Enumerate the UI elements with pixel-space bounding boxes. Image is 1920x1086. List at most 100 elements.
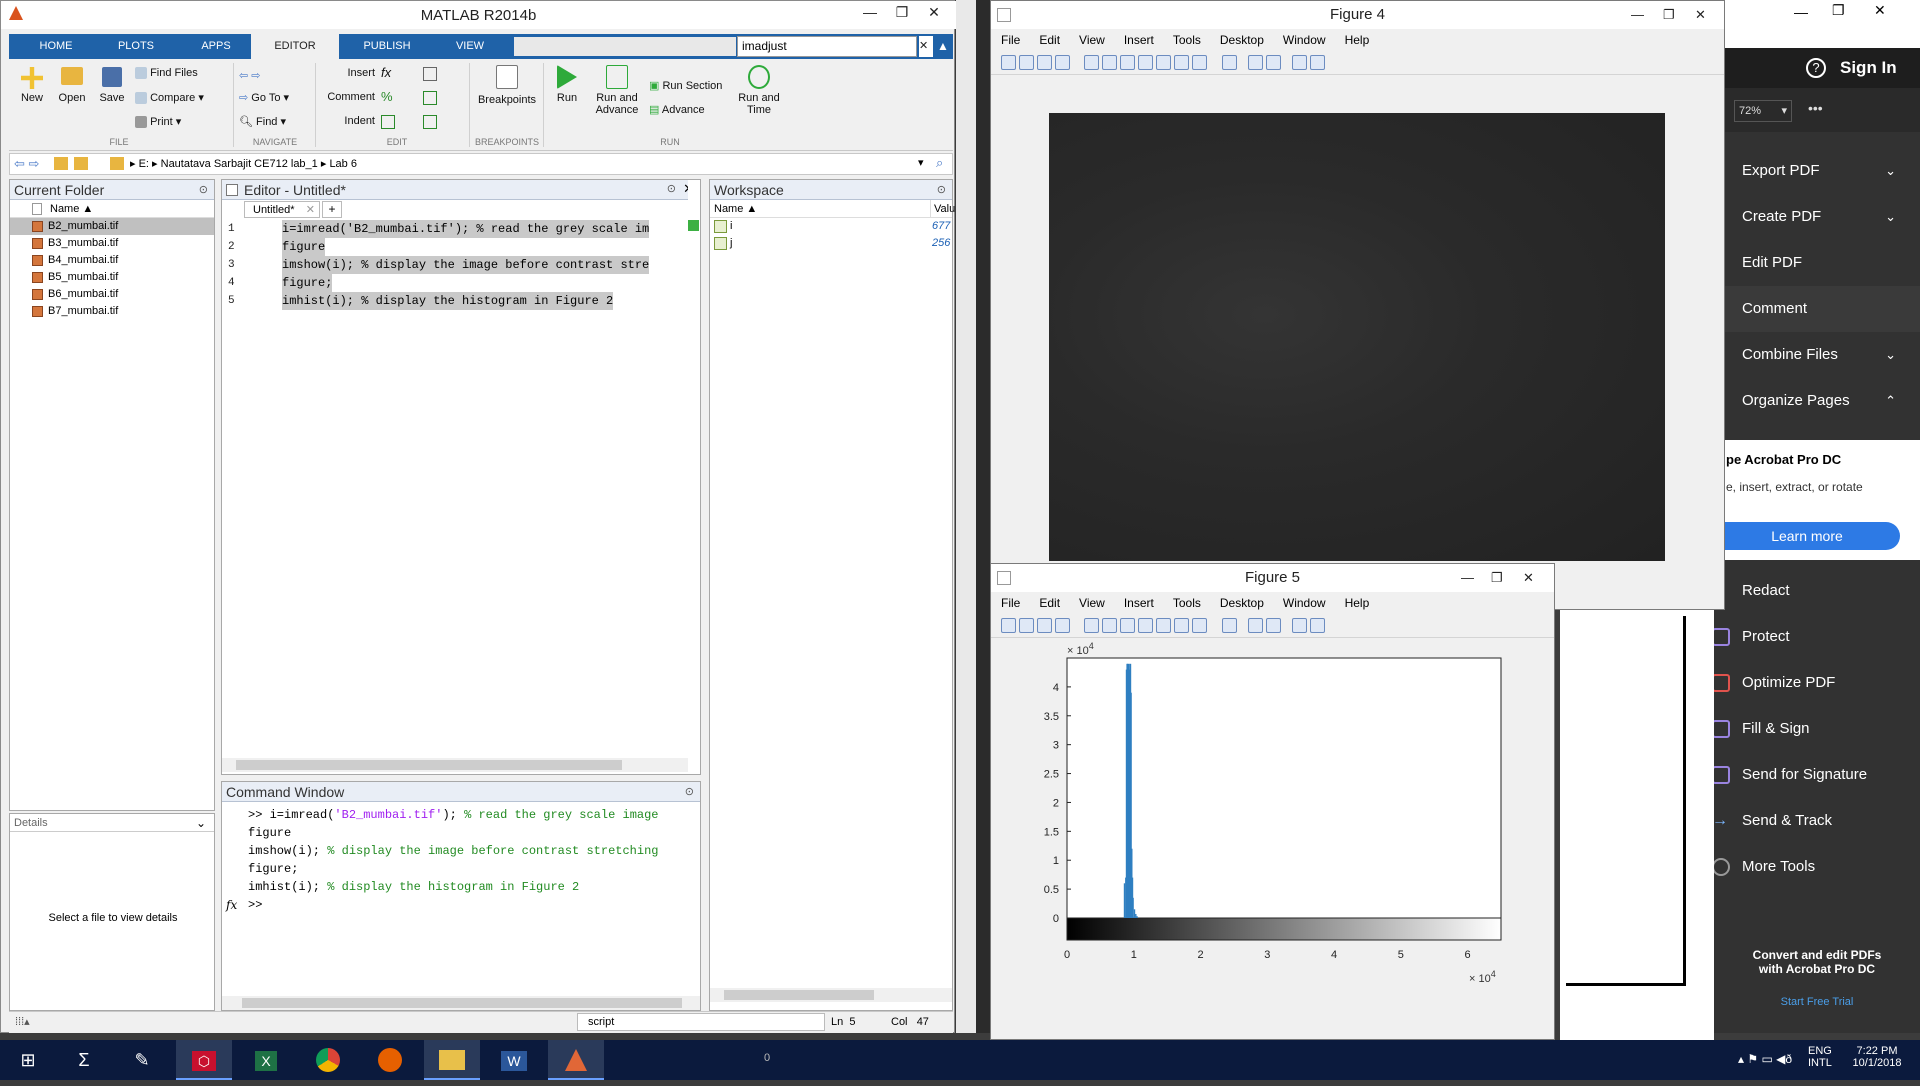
tool-send-track[interactable]: → Send & Track [1712,798,1920,844]
tool-protect[interactable]: Protect [1712,614,1920,660]
file-item[interactable]: B5_mumbai.tif [10,269,214,286]
clear-search-icon[interactable]: ✕ [919,36,933,57]
minimize-button[interactable]: — [1631,1,1644,29]
insert-button[interactable]: Insert [329,67,375,79]
menu-view[interactable]: View [1079,33,1105,47]
help-icon[interactable]: ? [1806,58,1826,78]
scroll-thumb[interactable] [236,760,622,770]
close-button[interactable]: ✕ [1695,1,1706,29]
run-button[interactable]: Run [549,65,585,104]
taskbar-app-explorer[interactable] [424,1040,480,1080]
start-button[interactable]: ⊞ [0,1040,56,1080]
panel-actions-icon[interactable]: ⊙ [685,785,694,798]
menu-window[interactable]: Window [1283,33,1326,47]
tool-send-for-signature[interactable]: Send for Signature [1712,752,1920,798]
comment-button[interactable]: Comment [321,91,375,103]
sign-in-link[interactable]: Sign In [1840,58,1897,78]
file-item[interactable]: B4_mumbai.tif [10,252,214,269]
rotate-icon[interactable] [1156,55,1172,70]
open-icon[interactable] [1019,55,1034,70]
variable-row[interactable]: j 256 [710,235,952,252]
zoom-out-icon[interactable] [1120,55,1136,70]
breadcrumb[interactable]: ▸ E: ▸ Nautatava Sarbajit CE712 lab_1 ▸ … [130,157,357,170]
tool-optimize-pdf[interactable]: Optimize PDF [1712,660,1920,706]
save-icon[interactable] [1037,55,1052,70]
taskbar-app-firefox[interactable] [362,1040,418,1080]
tool-organize-pages[interactable]: Organize Pages ⌃ [1714,378,1920,424]
hide-plot-tools-icon[interactable] [1291,55,1307,70]
comment-percent-icon[interactable]: % [381,89,393,104]
more-options-icon[interactable]: ••• [1808,100,1823,116]
panel-actions-icon[interactable]: ⊙ [937,183,946,196]
taskbar-app-matlab[interactable] [548,1040,604,1080]
collapse-toolstrip-icon[interactable]: ▲ [937,36,951,57]
menu-desktop[interactable]: Desktop [1220,596,1264,610]
menu-insert[interactable]: Insert [1124,33,1154,47]
horizontal-scrollbar[interactable] [222,758,688,772]
show-plot-tools-icon[interactable] [1309,618,1325,633]
tool-edit-pdf[interactable]: Edit PDF [1714,240,1920,286]
code-analyzer-ok-icon[interactable] [688,220,699,231]
menu-tools[interactable]: Tools [1173,33,1201,47]
close-button[interactable]: ✕ [1523,564,1534,592]
run-section-button[interactable]: ▣ Run Section [649,79,722,92]
run-and-advance-button[interactable]: Run and Advance [589,65,645,116]
indent-icon[interactable] [381,115,395,129]
find-files-button[interactable]: Find Files [135,67,198,80]
scroll-thumb[interactable] [242,998,682,1008]
find-button[interactable]: 🔍︎ Find ▾ [239,115,286,128]
minimize-button[interactable]: — [853,1,887,25]
go-to-button[interactable]: ⇨ Go To ▾ [239,91,289,104]
command-prompt[interactable]: fx >> [222,896,700,914]
smart-indent-icon[interactable] [423,115,437,129]
chevron-down-icon[interactable]: ⌄ [196,816,206,830]
menu-window[interactable]: Window [1283,596,1326,610]
close-button[interactable]: ✕ [917,1,951,25]
tray-icons[interactable]: ▴ ⚑ ▭ ◀ð [1738,1052,1792,1066]
input-language[interactable]: ENG INTL [1808,1045,1832,1069]
taskbar-app-word[interactable]: W [486,1040,542,1080]
brush-icon[interactable] [1192,55,1208,70]
pointer-icon[interactable] [1084,55,1100,70]
tool-export-pdf[interactable]: Export PDF ⌄ [1714,148,1920,194]
colorbar-icon[interactable] [1247,618,1263,633]
file-item[interactable]: B3_mumbai.tif [10,235,214,252]
open-icon[interactable] [1019,618,1034,633]
file-item[interactable]: B6_mumbai.tif [10,286,214,303]
taskbar-app-calculator[interactable]: Σ [56,1040,112,1080]
tool-redact[interactable]: Redact [1714,568,1920,614]
maximize-button[interactable]: ❐ [1663,1,1675,29]
menu-file[interactable]: File [1001,596,1020,610]
data-cursor-icon[interactable] [1174,55,1190,70]
link-plot-icon[interactable] [1221,55,1237,70]
open-button[interactable]: Open [55,67,89,104]
maximize-button[interactable]: ❐ [1832,2,1845,19]
minimize-button[interactable]: — [1794,4,1808,20]
command-output[interactable]: >> i=imread('B2_mumbai.tif'); % read the… [222,802,700,914]
save-icon[interactable] [1037,618,1052,633]
tab-publish[interactable]: PUBLISH [343,34,431,59]
new-button[interactable]: New [17,67,47,104]
quick-access-toolbar[interactable] [514,37,736,56]
browse-folder-icon[interactable] [74,157,88,170]
tool-comment[interactable]: Comment [1714,286,1920,332]
print-icon[interactable] [1055,55,1070,70]
code-line[interactable]: 4 figure; [222,274,700,292]
zoom-in-icon[interactable] [1102,55,1118,70]
tab-editor[interactable]: EDITOR [251,34,339,59]
legend-icon[interactable] [1265,618,1281,633]
menu-edit[interactable]: Edit [1039,33,1060,47]
menu-view[interactable]: View [1079,596,1105,610]
function-browser-icon[interactable]: fx [226,896,237,914]
tool-create-pdf[interactable]: Create PDF ⌄ [1714,194,1920,240]
print-button[interactable]: Print ▾ [135,115,181,129]
data-cursor-icon[interactable] [1174,618,1190,633]
run-and-time-button[interactable]: Run and Time [731,65,787,116]
insert-section-icon[interactable] [423,67,437,81]
back-forward-icons[interactable]: ⇦ ⇨ [239,69,261,82]
save-button[interactable]: Save [97,67,127,104]
advance-button[interactable]: ▤ Advance [649,103,705,116]
menu-insert[interactable]: Insert [1124,596,1154,610]
tab-view[interactable]: VIEW [435,34,505,59]
menu-help[interactable]: Help [1345,33,1370,47]
